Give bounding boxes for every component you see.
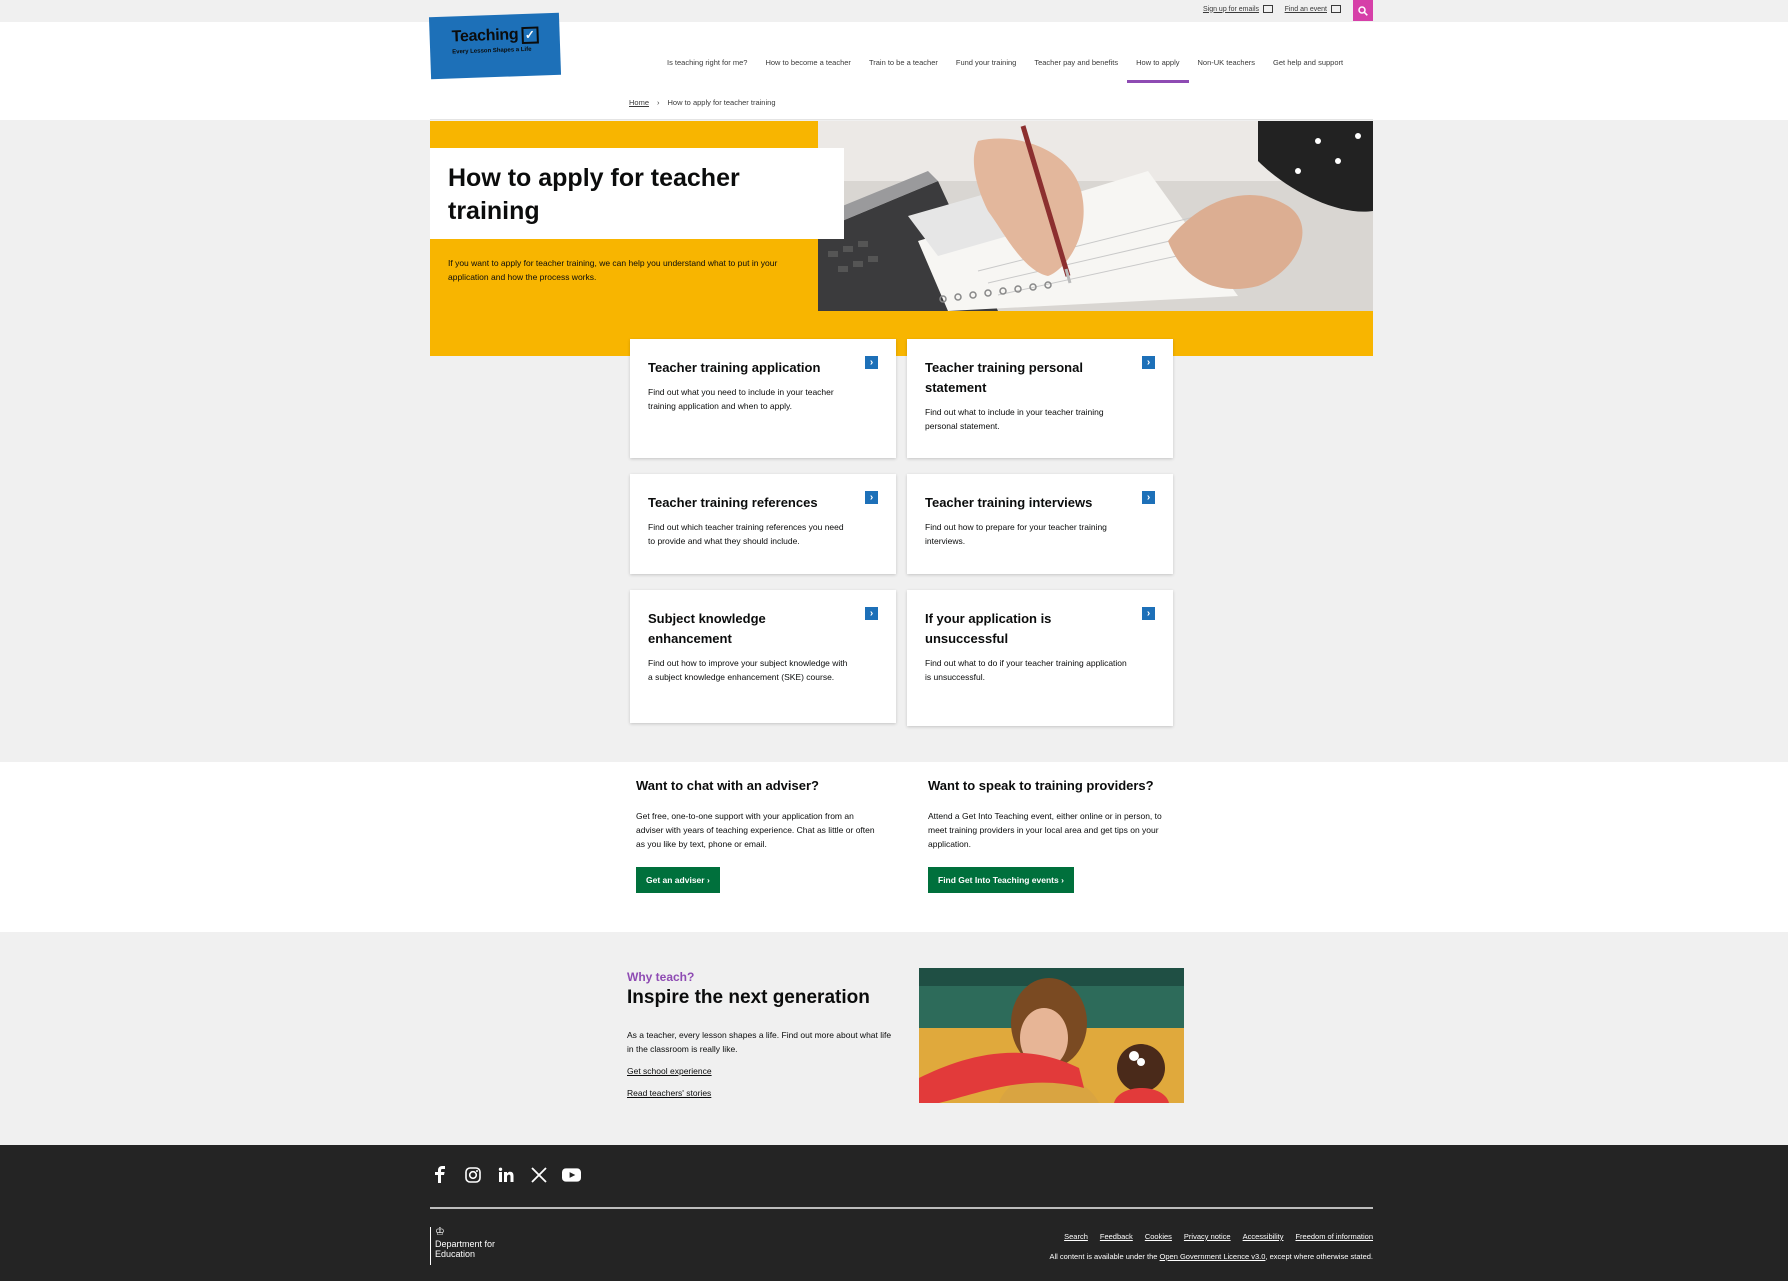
adviser-heading: Want to chat with an adviser? xyxy=(636,778,819,793)
why-teach-text: As a teacher, every lesson shapes a life… xyxy=(627,1030,892,1054)
royal-crest-icon: ♔ xyxy=(435,1226,445,1238)
breadcrumb-current: How to apply for teacher training xyxy=(667,98,776,107)
hero-intro-text: If you want to apply for teacher trainin… xyxy=(448,258,778,282)
nav-item-pay[interactable]: Teacher pay and benefits xyxy=(1025,50,1127,83)
instagram-icon[interactable] xyxy=(463,1165,482,1184)
card-title: If your application is unsuccessful xyxy=(925,611,1052,646)
licence-suffix: , except where otherwise stated. xyxy=(1265,1252,1373,1261)
sign-up-emails-link[interactable]: Sign up for emails xyxy=(1203,5,1273,13)
card-ske[interactable]: Subject knowledge enhancement Find out h… xyxy=(630,590,896,723)
footer-link-feedback[interactable]: Feedback xyxy=(1100,1232,1133,1241)
chevron-right-icon[interactable]: › xyxy=(1142,491,1155,504)
card-description: Find out what you need to include in you… xyxy=(648,387,834,411)
why-teach-section: Why teach? Inspire the next generation A… xyxy=(0,932,1788,1145)
x-twitter-icon[interactable] xyxy=(529,1165,548,1184)
card-title: Teacher training references xyxy=(648,495,818,510)
search-button[interactable] xyxy=(1353,0,1373,21)
adviser-block: Want to chat with an adviser? Get free, … xyxy=(636,778,876,893)
card-title: Subject knowledge enhancement xyxy=(648,611,766,646)
nav-item-fund[interactable]: Fund your training xyxy=(947,50,1025,83)
card-unsuccessful[interactable]: If your application is unsuccessful Find… xyxy=(907,590,1173,726)
dfe-name: Department for Education xyxy=(435,1239,496,1259)
card-description: Find out how to prepare for your teacher… xyxy=(925,522,1107,546)
footer-links: Search Feedback Cookies Privacy notice A… xyxy=(1064,1232,1373,1241)
facebook-icon[interactable] xyxy=(430,1165,449,1184)
site-header: Teaching ✓ Every Lesson Shapes a Life Is… xyxy=(0,12,1788,120)
adviser-text: Get free, one-to-one support with your a… xyxy=(636,811,875,849)
envelope-icon xyxy=(1263,5,1273,13)
nav-item-non-uk[interactable]: Non-UK teachers xyxy=(1189,50,1265,83)
providers-heading: Want to speak to training providers? xyxy=(928,778,1154,793)
card-description: Find out what to include in your teacher… xyxy=(925,407,1104,431)
card-description: Find out which teacher training referenc… xyxy=(648,522,844,546)
card-description: Find out what to do if your teacher trai… xyxy=(925,658,1127,682)
site-footer: ♔ Department for Education Search Feedba… xyxy=(0,1145,1788,1281)
utility-bar: Sign up for emails Find an event xyxy=(0,0,1788,22)
checkbox-tick-icon: ✓ xyxy=(520,25,539,44)
providers-block: Want to speak to training providers? Att… xyxy=(928,778,1168,893)
nav-item-is-teaching-right[interactable]: Is teaching right for me? xyxy=(658,50,756,83)
youtube-icon[interactable] xyxy=(562,1165,581,1184)
logo-tagline: Every Lesson Shapes a Life xyxy=(452,46,532,56)
breadcrumb-separator: › xyxy=(657,98,660,107)
main-navigation: Is teaching right for me? How to become … xyxy=(658,50,1352,83)
hero-title-box: How to apply for teacher training xyxy=(430,148,844,239)
find-events-label: Find Get Into Teaching events xyxy=(938,875,1059,885)
hero-image-writing xyxy=(818,121,1373,311)
licence-text: All content is available under the Open … xyxy=(1049,1252,1373,1261)
dfe-logo[interactable]: ♔ Department for Education xyxy=(430,1227,500,1265)
nav-item-how-to-apply[interactable]: How to apply xyxy=(1127,50,1189,83)
breadcrumb-home-link[interactable]: Home xyxy=(629,98,649,107)
card-references[interactable]: Teacher training references Find out whi… xyxy=(630,474,896,574)
why-teach-kicker: Why teach? xyxy=(627,970,695,984)
calendar-icon xyxy=(1331,5,1341,13)
chevron-right-icon[interactable]: › xyxy=(865,491,878,504)
providers-text: Attend a Get Into Teaching event, either… xyxy=(928,811,1162,849)
card-application[interactable]: Teacher training application Find out wh… xyxy=(630,339,896,458)
search-icon xyxy=(1358,5,1368,16)
teaching-logo[interactable]: Teaching ✓ Every Lesson Shapes a Life xyxy=(428,12,562,80)
licence-prefix: All content is available under the xyxy=(1049,1252,1158,1261)
logo-wordmark: Teaching ✓ xyxy=(451,25,560,47)
chevron-right-icon[interactable]: › xyxy=(865,607,878,620)
card-personal-statement[interactable]: Teacher training personal statement Find… xyxy=(907,339,1173,458)
page-title: How to apply for teacher training xyxy=(448,164,740,225)
chevron-right-icon: › xyxy=(706,875,710,885)
nav-item-help[interactable]: Get help and support xyxy=(1264,50,1352,83)
chevron-right-icon: › xyxy=(1061,875,1064,885)
logo-word: Teaching xyxy=(451,26,519,46)
chevron-right-icon[interactable]: › xyxy=(1142,607,1155,620)
footer-link-foi[interactable]: Freedom of information xyxy=(1295,1232,1373,1241)
breadcrumb: Home › How to apply for teacher training xyxy=(629,98,776,107)
footer-link-cookies[interactable]: Cookies xyxy=(1145,1232,1172,1241)
sign-up-emails-label: Sign up for emails xyxy=(1202,5,1259,13)
find-events-button[interactable]: Find Get Into Teaching events › xyxy=(928,867,1074,893)
get-adviser-label: Get an adviser xyxy=(646,875,705,885)
hero-banner: How to apply for teacher training If you… xyxy=(430,121,1373,356)
social-links xyxy=(430,1165,581,1184)
footer-link-privacy[interactable]: Privacy notice xyxy=(1184,1232,1231,1241)
linkedin-icon[interactable] xyxy=(496,1165,515,1184)
card-title: Teacher training personal statement xyxy=(925,360,1083,395)
why-teach-heading: Inspire the next generation xyxy=(627,987,870,1008)
footer-divider xyxy=(430,1207,1373,1209)
classroom-teacher-image xyxy=(919,968,1184,1103)
card-interviews[interactable]: Teacher training interviews Find out how… xyxy=(907,474,1173,574)
get-school-experience-link[interactable]: Get school experience xyxy=(627,1066,712,1076)
card-title: Teacher training application xyxy=(648,360,821,375)
chevron-right-icon[interactable]: › xyxy=(1142,356,1155,369)
get-adviser-button[interactable]: Get an adviser › xyxy=(636,867,720,893)
nav-item-train[interactable]: Train to be a teacher xyxy=(860,50,947,83)
chevron-right-icon[interactable]: › xyxy=(865,356,878,369)
help-section: Want to chat with an adviser? Get free, … xyxy=(0,762,1788,932)
find-event-label: Find an event xyxy=(1284,5,1327,13)
footer-link-accessibility[interactable]: Accessibility xyxy=(1243,1232,1284,1241)
card-description: Find out how to improve your subject kno… xyxy=(648,658,848,682)
find-event-link[interactable]: Find an event xyxy=(1285,5,1341,13)
open-government-licence-link[interactable]: Open Government Licence v3.0 xyxy=(1160,1252,1266,1261)
nav-item-how-to-become[interactable]: How to become a teacher xyxy=(756,50,859,83)
footer-link-search[interactable]: Search xyxy=(1064,1232,1088,1241)
read-teachers-stories-link[interactable]: Read teachers' stories xyxy=(627,1088,711,1098)
card-title: Teacher training interviews xyxy=(925,495,1093,510)
